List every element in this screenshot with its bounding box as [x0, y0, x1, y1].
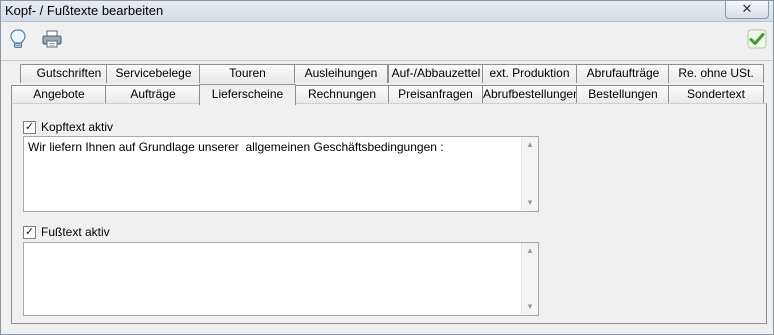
dialog-window: Kopf- / Fußtexte bearbeiten ✕ Gutschrift… — [0, 0, 774, 335]
kopftext-checkbox[interactable]: ✓ — [23, 120, 36, 134]
confirm-button[interactable] — [745, 28, 769, 52]
tab-gutschriften[interactable]: Gutschriften — [20, 64, 118, 83]
scroll-up-icon[interactable]: ▲ — [522, 137, 538, 153]
title-bar[interactable]: Kopf- / Fußtexte bearbeiten ✕ — [1, 1, 773, 22]
kopftext-toggle[interactable]: ✓ Kopftext aktiv — [23, 120, 113, 134]
fusstext-label: Fußtext aktiv — [41, 225, 110, 239]
hint-button[interactable] — [6, 28, 30, 52]
tab-panel-lieferscheine: ✓ Kopftext aktiv Wir liefern Ihnen auf G… — [11, 103, 767, 324]
tab-bestellungen[interactable]: Bestellungen — [576, 85, 670, 104]
tab-rechnungen[interactable]: Rechnungen — [295, 85, 389, 104]
print-button[interactable] — [40, 28, 64, 52]
scroll-down-icon[interactable]: ▼ — [522, 195, 538, 211]
toolbar — [1, 23, 773, 61]
tab-angebote[interactable]: Angebote — [11, 85, 107, 104]
tab-servicebelege[interactable]: Servicebelege — [106, 64, 201, 83]
tab-ext-produktion[interactable]: ext. Produktion — [482, 64, 577, 83]
tab-abrufauftraege[interactable]: Abrufaufträge — [576, 64, 670, 83]
tab-auf-abbauzettel[interactable]: Auf-/Abbauzettel — [388, 64, 484, 83]
check-icon — [747, 29, 767, 52]
tab-lieferscheine[interactable]: Lieferscheine — [199, 84, 296, 105]
tab-re-ohne-ust[interactable]: Re. ohne USt. — [668, 64, 764, 83]
close-button[interactable]: ✕ — [725, 1, 769, 19]
tab-abrufbestellungen[interactable]: Abrufbestellungen — [482, 85, 577, 104]
tab-preisanfragen[interactable]: Preisanfragen — [388, 85, 483, 104]
tab-auftraege[interactable]: Aufträge — [105, 85, 201, 104]
fusstext-scrollbar[interactable]: ▲ ▼ — [521, 243, 538, 315]
tab-touren[interactable]: Touren — [199, 64, 296, 83]
scroll-up-icon[interactable]: ▲ — [522, 243, 538, 259]
scroll-down-icon[interactable]: ▼ — [522, 299, 538, 315]
kopftext-label: Kopftext aktiv — [41, 120, 114, 134]
bulb-icon — [8, 28, 28, 53]
fusstext-checkbox[interactable]: ✓ — [23, 225, 36, 239]
kopftext-scrollbar[interactable]: ▲ ▼ — [521, 137, 538, 211]
tab-ausleihungen[interactable]: Ausleihungen — [294, 64, 388, 83]
fusstext-textarea[interactable]: ▲ ▼ — [23, 242, 539, 316]
window-title: Kopf- / Fußtexte bearbeiten — [5, 3, 164, 18]
tab-sondertext[interactable]: Sondertext — [668, 85, 764, 104]
kopftext-textarea[interactable]: Wir liefern Ihnen auf Grundlage unserer … — [23, 136, 539, 212]
fusstext-toggle[interactable]: ✓ Fußtext aktiv — [23, 225, 110, 239]
printer-icon — [41, 29, 63, 52]
kopftext-value: Wir liefern Ihnen auf Grundlage unserer … — [28, 140, 444, 154]
